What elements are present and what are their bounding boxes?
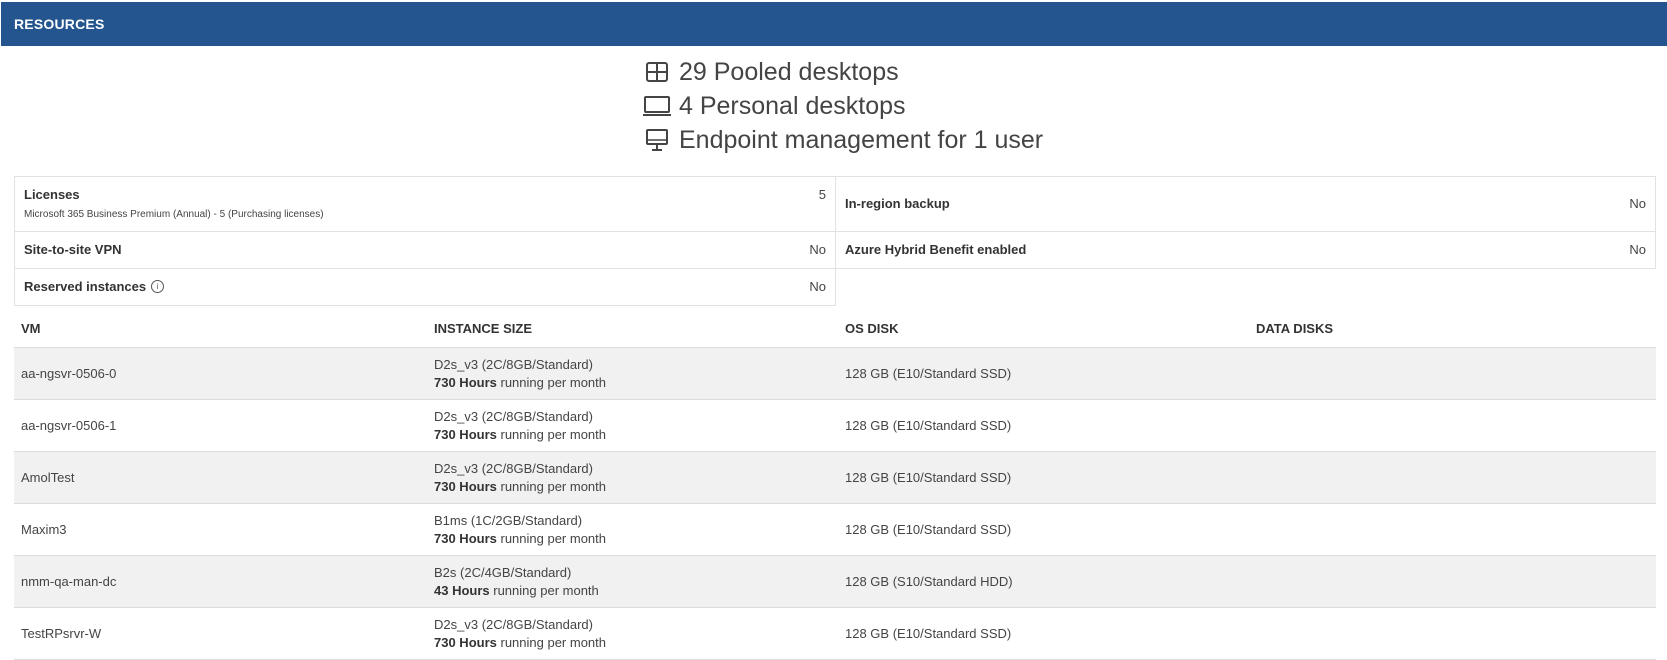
licenses-label: Licenses [24, 187, 80, 202]
reserved-label: Reserved instances [24, 279, 147, 294]
instance-size-cell: D2s_v3 (2C/8GB/Standard) 730 Hours runni… [426, 460, 837, 496]
table-row: aa-ngsvr-0506-1 D2s_v3 (2C/8GB/Standard)… [14, 400, 1656, 452]
instance-size-cell: B1ms (1C/2GB/Standard) 730 Hours running… [426, 512, 837, 548]
desktop-icon [643, 126, 671, 154]
instance-size: D2s_v3 (2C/8GB/Standard) [434, 408, 593, 424]
table-row: AmolTest D2s_v3 (2C/8GB/Standard) 730 Ho… [14, 452, 1656, 504]
vm-table: VM INSTANCE SIZE OS DISK DATA DISKS aa-n… [14, 309, 1656, 660]
instance-size: B1ms (1C/2GB/Standard) [434, 512, 583, 528]
vm-name: aa-ngsvr-0506-1 [21, 418, 117, 433]
hours-value: 730 Hours [434, 530, 497, 546]
pooled-desktops-text: 29 Pooled desktops [679, 57, 899, 86]
grid-icon [643, 58, 671, 86]
hours-value: 730 Hours [434, 426, 497, 442]
instance-size-cell: D2s_v3 (2C/8GB/Standard) 730 Hours runni… [426, 408, 837, 444]
instance-size: D2s_v3 (2C/8GB/Standard) [434, 460, 593, 476]
resources-header: RESOURCES [1, 2, 1667, 46]
running-hours: 730 Hours running per month [434, 374, 837, 392]
instance-size: D2s_v3 (2C/8GB/Standard) [434, 356, 593, 372]
vpn-cell: Site-to-site VPN No [14, 231, 836, 269]
os-disk: 128 GB (E10/Standard SSD) [845, 470, 1012, 485]
reserved-value: No [809, 279, 826, 294]
instance-size: D2s_v3 (2C/8GB/Standard) [434, 616, 593, 632]
table-row: aa-ngsvr-0506-0 D2s_v3 (2C/8GB/Standard)… [14, 348, 1656, 400]
running-hours: 730 Hours running per month [434, 530, 837, 548]
vpn-value: No [809, 242, 826, 257]
backup-label: In-region backup [845, 196, 950, 211]
personal-desktops-text: 4 Personal desktops [679, 91, 906, 120]
licenses-detail: Microsoft 365 Business Premium (Annual) … [24, 209, 324, 220]
os-disk: 128 GB (E10/Standard SSD) [845, 366, 1012, 381]
hours-suffix: running per month [496, 530, 606, 546]
backup-value: No [1629, 196, 1646, 211]
personal-desktops-line: 4 Personal desktops [643, 89, 1043, 123]
running-hours: 43 Hours running per month [434, 582, 837, 600]
table-header: VM INSTANCE SIZE OS DISK DATA DISKS [14, 309, 1656, 348]
header-instance-size: INSTANCE SIZE [434, 320, 532, 336]
running-hours: 730 Hours running per month [434, 426, 837, 444]
reserved-cell: Reserved instances i No [14, 268, 836, 306]
running-hours: 730 Hours running per month [434, 634, 837, 652]
instance-size: B2s (2C/4GB/Standard) [434, 564, 572, 580]
header-vm: VM [21, 320, 41, 336]
hours-value: 730 Hours [434, 634, 497, 650]
table-row: Maxim3 B1ms (1C/2GB/Standard) 730 Hours … [14, 504, 1656, 556]
instance-size-cell: D2s_v3 (2C/8GB/Standard) 730 Hours runni… [426, 356, 837, 392]
licenses-value: 5 [818, 187, 826, 202]
licenses-cell: Licenses Microsoft 365 Business Premium … [14, 176, 836, 232]
running-hours: 730 Hours running per month [434, 478, 837, 496]
vm-name: TestRPsrvr-W [21, 626, 102, 641]
table-row: TestRPsrvr-W D2s_v3 (2C/8GB/Standard) 73… [14, 608, 1656, 660]
vm-name: AmolTest [21, 470, 75, 485]
os-disk: 128 GB (E10/Standard SSD) [845, 418, 1012, 433]
resource-summary: 29 Pooled desktops 4 Personal desktops E… [643, 55, 1043, 157]
os-disk: 128 GB (S10/Standard HDD) [845, 574, 1013, 589]
instance-size-cell: B2s (2C/4GB/Standard) 43 Hours running p… [426, 564, 837, 600]
backup-cell: In-region backup No [835, 176, 1656, 232]
hours-suffix: running per month [496, 478, 606, 494]
vm-name: Maxim3 [21, 522, 67, 537]
table-row: nmm-qa-man-dc B2s (2C/4GB/Standard) 43 H… [14, 556, 1656, 608]
hours-suffix: running per month [496, 374, 606, 390]
info-icon[interactable]: i [151, 280, 165, 293]
vm-name: nmm-qa-man-dc [21, 574, 117, 589]
hours-suffix: running per month [489, 582, 599, 598]
pooled-desktops-line: 29 Pooled desktops [643, 55, 1043, 89]
hours-suffix: running per month [496, 426, 606, 442]
hours-value: 730 Hours [434, 478, 497, 494]
ahb-cell: Azure Hybrid Benefit enabled No [835, 231, 1656, 269]
header-data-disks: DATA DISKS [1256, 320, 1334, 336]
reserved-label-wrap: Reserved instances i [24, 279, 165, 294]
vm-name: aa-ngsvr-0506-0 [21, 366, 117, 381]
os-disk: 128 GB (E10/Standard SSD) [845, 626, 1012, 641]
instance-size-cell: D2s_v3 (2C/8GB/Standard) 730 Hours runni… [426, 616, 837, 652]
hours-value: 730 Hours [434, 374, 497, 390]
endpoint-management-text: Endpoint management for 1 user [679, 125, 1044, 154]
vpn-label: Site-to-site VPN [24, 242, 122, 257]
monitor-icon [643, 92, 671, 120]
hours-value: 43 Hours [434, 582, 490, 598]
section-title: RESOURCES [14, 16, 105, 32]
os-disk: 128 GB (E10/Standard SSD) [845, 522, 1012, 537]
ahb-value: No [1629, 242, 1646, 257]
endpoint-management-line: Endpoint management for 1 user [643, 123, 1043, 157]
header-os-disk: OS DISK [845, 320, 899, 336]
ahb-label: Azure Hybrid Benefit enabled [845, 242, 1027, 257]
hours-suffix: running per month [496, 634, 606, 650]
